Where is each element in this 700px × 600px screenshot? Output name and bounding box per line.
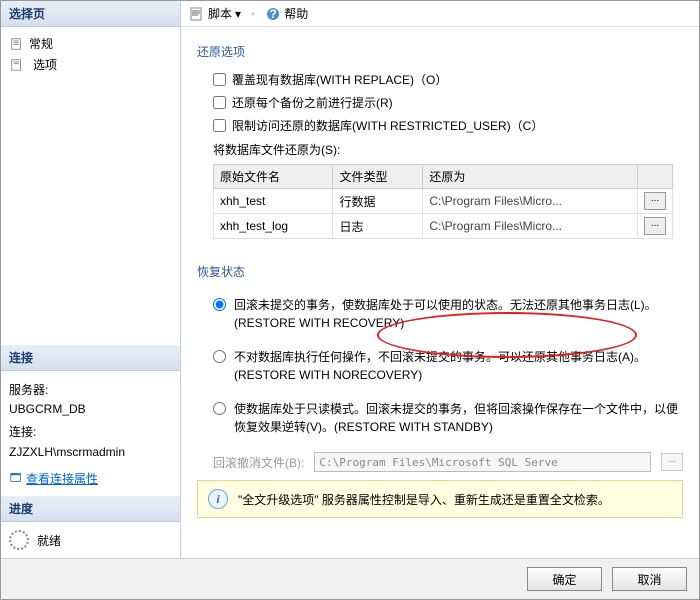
link-icon	[9, 470, 23, 490]
nav-options[interactable]: 选项	[5, 54, 176, 75]
script-button[interactable]: 脚本 ▾	[189, 5, 241, 22]
server-label: 服务器:	[9, 381, 172, 400]
undo-file-label: 回滚撤消文件(B):	[213, 454, 304, 471]
left-panel: 选择页 常规 选项 连接 服务器: UBGCRM_DB 连接: ZJZXLH\m…	[1, 1, 181, 558]
recovery-opt2-radio[interactable]	[213, 350, 226, 363]
table-row[interactable]: xhh_test 行数据 C:\Program Files\Micro... .…	[214, 189, 673, 214]
opt-replace-row: 覆盖现有数据库(WITH REPLACE)（O）	[197, 68, 683, 91]
restore-options-title: 还原选项	[197, 43, 683, 60]
undo-file-input	[314, 452, 651, 472]
nav-options-label: 选项	[29, 56, 61, 73]
opt-prompt-label: 还原每个备份之前进行提示(R)	[232, 94, 393, 111]
opt-replace-checkbox[interactable]	[213, 73, 226, 86]
opt-restricted-label: 限制访问还原的数据库(WITH RESTRICTED_USER)（C）	[232, 117, 543, 134]
page-icon	[9, 57, 25, 73]
recovery-state-title: 恢复状态	[197, 263, 683, 280]
ok-button[interactable]: 确定	[527, 567, 602, 591]
cancel-button[interactable]: 取消	[612, 567, 687, 591]
nav-general[interactable]: 常规	[5, 33, 176, 54]
col-type[interactable]: 文件类型	[333, 165, 423, 189]
nav-general-label: 常规	[29, 35, 53, 52]
col-orig[interactable]: 原始文件名	[214, 165, 333, 189]
recovery-opt3-label: 使数据库处于只读模式。回滚未提交的事务，但将回滚操作保存在一个文件中，以便恢复效…	[234, 400, 683, 436]
browse-button[interactable]: ...	[644, 217, 666, 235]
content-area: 还原选项 覆盖现有数据库(WITH REPLACE)（O） 还原每个备份之前进行…	[181, 27, 699, 558]
help-icon: ?	[265, 6, 281, 22]
browse-button[interactable]: ...	[644, 192, 666, 210]
conn-label: 连接:	[9, 423, 172, 442]
page-list: 常规 选项	[1, 27, 180, 81]
recovery-opt3-radio[interactable]	[213, 402, 226, 415]
right-panel: 脚本 ▾ • ? 帮助 还原选项 覆盖现有数据库(WITH REPLACE)（O…	[181, 1, 699, 558]
info-icon: i	[208, 489, 228, 509]
script-icon	[189, 6, 205, 22]
recovery-opt2-row: 不对数据库执行任何操作，不回滚未提交的事务。可以还原其他事务日志(A)。(RES…	[213, 340, 683, 392]
opt-restricted-row: 限制访问还原的数据库(WITH RESTRICTED_USER)（C）	[197, 114, 683, 137]
connection-header: 连接	[1, 345, 180, 371]
progress-status: 就绪	[1, 522, 180, 558]
chevron-down-icon: ▾	[235, 7, 241, 21]
undo-browse-button: ...	[661, 453, 683, 471]
restore-as-label: 将数据库文件还原为(S):	[197, 137, 683, 162]
col-as[interactable]: 还原为	[423, 165, 638, 189]
undo-file-row: 回滚撤消文件(B): ...	[213, 452, 683, 472]
opt-restricted-checkbox[interactable]	[213, 119, 226, 132]
recovery-opt1-row: 回滚未提交的事务，使数据库处于可以使用的状态。无法还原其他事务日志(L)。(RE…	[213, 288, 683, 340]
opt-replace-label: 覆盖现有数据库(WITH REPLACE)（O）	[232, 71, 447, 88]
recovery-opt1-radio[interactable]	[213, 298, 226, 311]
restore-files-table: 原始文件名 文件类型 还原为 xhh_test 行数据 C:\Program F…	[213, 164, 673, 239]
toolbar: 脚本 ▾ • ? 帮助	[181, 1, 699, 27]
help-button[interactable]: ? 帮助	[265, 5, 308, 22]
conn-value: ZJZXLH\mscrmadmin	[9, 443, 172, 462]
server-value: UBGCRM_DB	[9, 400, 172, 419]
select-page-header: 选择页	[1, 1, 180, 27]
recovery-opt3-row: 使数据库处于只读模式。回滚未提交的事务，但将回滚操作保存在一个文件中，以便恢复效…	[213, 392, 683, 444]
progress-header: 进度	[1, 496, 180, 522]
page-icon	[9, 36, 25, 52]
connection-info: 服务器: UBGCRM_DB 连接: ZJZXLH\mscrmadmin 查看连…	[1, 371, 180, 496]
spinner-icon	[9, 530, 29, 550]
view-connection-properties-link[interactable]: 查看连接属性	[9, 470, 98, 490]
opt-prompt-row: 还原每个备份之前进行提示(R)	[197, 91, 683, 114]
svg-text:?: ?	[270, 7, 277, 21]
opt-prompt-checkbox[interactable]	[213, 96, 226, 109]
info-text: "全文升级选项" 服务器属性控制是导入、重新生成还是重置全文检索。	[238, 491, 610, 508]
recovery-opt2-label: 不对数据库执行任何操作，不回滚未提交的事务。可以还原其他事务日志(A)。(RES…	[234, 348, 683, 384]
progress-ready: 就绪	[37, 532, 61, 549]
info-box: i "全文升级选项" 服务器属性控制是导入、重新生成还是重置全文检索。	[197, 480, 683, 518]
footer: 确定 取消	[1, 558, 699, 599]
recovery-opt1-label: 回滚未提交的事务，使数据库处于可以使用的状态。无法还原其他事务日志(L)。(RE…	[234, 296, 683, 332]
table-row[interactable]: xhh_test_log 日志 C:\Program Files\Micro..…	[214, 214, 673, 239]
recovery-radio-group: 回滚未提交的事务，使数据库处于可以使用的状态。无法还原其他事务日志(L)。(RE…	[197, 288, 683, 444]
